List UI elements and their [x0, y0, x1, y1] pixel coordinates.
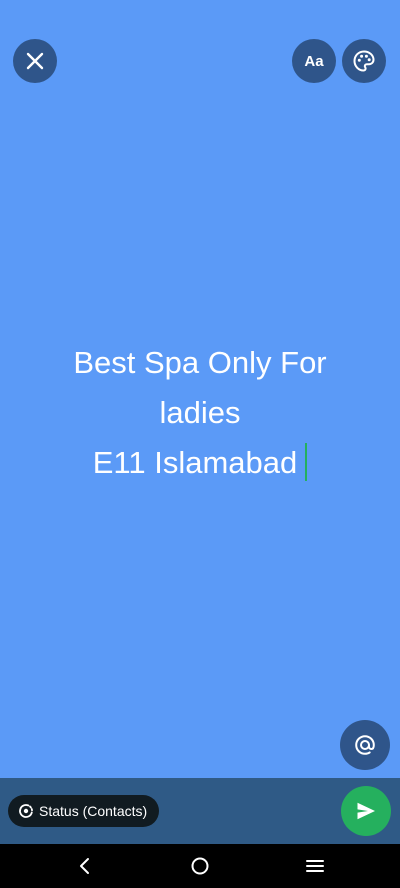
status-text-line-1: Best Spa Only For	[73, 345, 327, 380]
status-audience-chip[interactable]: Status (Contacts)	[8, 795, 160, 827]
status-text-editor[interactable]: Best Spa Only For ladies E11 Islamabad	[20, 338, 380, 488]
close-icon	[26, 52, 44, 70]
mention-button[interactable]	[340, 720, 390, 770]
nav-back-button[interactable]	[55, 844, 115, 888]
status-text-line-3: E11 Islamabad	[20, 438, 380, 488]
nav-home-button[interactable]	[170, 844, 230, 888]
palette-icon	[353, 50, 375, 72]
nav-recents-button[interactable]	[285, 844, 345, 888]
status-text-line-3-text: E11 Islamabad	[92, 445, 298, 480]
status-audience-label: Status (Contacts)	[39, 803, 148, 819]
color-palette-button[interactable]	[342, 39, 386, 83]
send-button[interactable]	[341, 786, 391, 836]
home-icon	[191, 857, 209, 875]
send-icon	[357, 802, 375, 820]
font-style-label: Aa	[304, 52, 324, 70]
menu-icon	[306, 860, 324, 872]
close-button[interactable]	[13, 39, 57, 83]
status-canvas[interactable]: Aa Best Spa Only For ladies E11 Islamaba…	[0, 0, 400, 778]
text-cursor	[305, 443, 308, 481]
system-navigation-bar	[0, 844, 400, 888]
status-ring-icon	[18, 803, 34, 819]
font-style-button[interactable]: Aa	[292, 39, 336, 83]
at-icon	[355, 735, 375, 755]
back-icon	[80, 858, 89, 874]
status-text-line-2: ladies	[159, 395, 241, 430]
